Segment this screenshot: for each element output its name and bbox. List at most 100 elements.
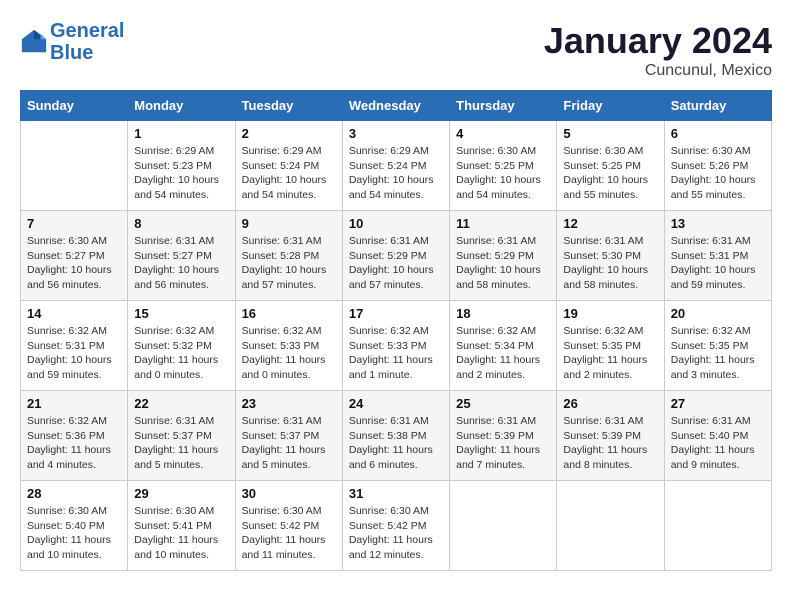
day-info: Sunrise: 6:30 AMSunset: 5:40 PMDaylight:… [27, 504, 121, 563]
day-header-saturday: Saturday [664, 91, 771, 121]
day-info: Sunrise: 6:31 AMSunset: 5:27 PMDaylight:… [134, 234, 228, 293]
day-number: 10 [349, 216, 443, 231]
calendar-cell: 5 Sunrise: 6:30 AMSunset: 5:25 PMDaylight… [557, 121, 664, 211]
day-number: 30 [242, 486, 336, 501]
day-info: Sunrise: 6:31 AMSunset: 5:39 PMDaylight:… [456, 414, 550, 473]
month-year: January 2024 [544, 20, 772, 62]
calendar-cell: 22 Sunrise: 6:31 AMSunset: 5:37 PMDayligh… [128, 391, 235, 481]
week-row-5: 28Sunrise: 6:30 AMSunset: 5:40 PMDayligh… [21, 481, 772, 571]
calendar-table: SundayMondayTuesdayWednesdayThursdayFrid… [20, 90, 772, 571]
calendar-cell: 8 Sunrise: 6:31 AMSunset: 5:27 PMDaylight… [128, 211, 235, 301]
day-info: Sunrise: 6:30 AMSunset: 5:42 PMDaylight:… [242, 504, 336, 563]
calendar-cell: 12Sunrise: 6:31 AMSunset: 5:30 PMDayligh… [557, 211, 664, 301]
day-header-friday: Friday [557, 91, 664, 121]
day-header-thursday: Thursday [450, 91, 557, 121]
day-info: Sunrise: 6:30 AMSunset: 5:41 PMDaylight:… [134, 504, 228, 563]
calendar-cell: 29 Sunrise: 6:30 AMSunset: 5:41 PMDayligh… [128, 481, 235, 571]
day-number: 22 [134, 396, 228, 411]
day-info: Sunrise: 6:31 AMSunset: 5:38 PMDaylight:… [349, 414, 443, 473]
calendar-cell: 4 Sunrise: 6:30 AMSunset: 5:25 PMDaylight… [450, 121, 557, 211]
calendar-cell [450, 481, 557, 571]
day-info: Sunrise: 6:31 AMSunset: 5:39 PMDaylight:… [563, 414, 657, 473]
day-info: Sunrise: 6:30 AMSunset: 5:42 PMDaylight:… [349, 504, 443, 563]
day-number: 20 [671, 306, 765, 321]
day-info: Sunrise: 6:32 AMSunset: 5:33 PMDaylight:… [349, 324, 443, 383]
day-info: Sunrise: 6:31 AMSunset: 5:29 PMDaylight:… [456, 234, 550, 293]
day-number: 14 [27, 306, 121, 321]
logo: General Blue [20, 20, 124, 64]
day-number: 5 [563, 126, 657, 141]
day-header-sunday: Sunday [21, 91, 128, 121]
day-info: Sunrise: 6:31 AMSunset: 5:28 PMDaylight:… [242, 234, 336, 293]
day-info: Sunrise: 6:31 AMSunset: 5:31 PMDaylight:… [671, 234, 765, 293]
day-number: 23 [242, 396, 336, 411]
day-info: Sunrise: 6:30 AMSunset: 5:26 PMDaylight:… [671, 144, 765, 203]
day-info: Sunrise: 6:31 AMSunset: 5:29 PMDaylight:… [349, 234, 443, 293]
day-number: 9 [242, 216, 336, 231]
calendar-cell: 1Sunrise: 6:29 AMSunset: 5:23 PMDaylight… [128, 121, 235, 211]
day-info: Sunrise: 6:30 AMSunset: 5:27 PMDaylight:… [27, 234, 121, 293]
calendar-cell [21, 121, 128, 211]
day-info: Sunrise: 6:32 AMSunset: 5:32 PMDaylight:… [134, 324, 228, 383]
logo-text: General Blue [50, 20, 124, 64]
location: Cuncunul, Mexico [544, 62, 772, 80]
calendar-cell: 19 Sunrise: 6:32 AMSunset: 5:35 PMDayligh… [557, 301, 664, 391]
calendar-cell: 13 Sunrise: 6:31 AMSunset: 5:31 PMDayligh… [664, 211, 771, 301]
day-number: 3 [349, 126, 443, 141]
week-row-4: 21 Sunrise: 6:32 AMSunset: 5:36 PMDayligh… [21, 391, 772, 481]
day-info: Sunrise: 6:31 AMSunset: 5:30 PMDaylight:… [563, 234, 657, 293]
day-info: Sunrise: 6:30 AMSunset: 5:25 PMDaylight:… [563, 144, 657, 203]
day-number: 4 [456, 126, 550, 141]
calendar-cell: 9 Sunrise: 6:31 AMSunset: 5:28 PMDaylight… [235, 211, 342, 301]
day-header-monday: Monday [128, 91, 235, 121]
day-number: 7 [27, 216, 121, 231]
day-info: Sunrise: 6:32 AMSunset: 5:35 PMDaylight:… [563, 324, 657, 383]
day-number: 18 [456, 306, 550, 321]
calendar-cell: 28Sunrise: 6:30 AMSunset: 5:40 PMDayligh… [21, 481, 128, 571]
day-number: 29 [134, 486, 228, 501]
day-number: 21 [27, 396, 121, 411]
week-row-1: 1Sunrise: 6:29 AMSunset: 5:23 PMDaylight… [21, 121, 772, 211]
day-number: 1 [134, 126, 228, 141]
calendar-cell: 26 Sunrise: 6:31 AMSunset: 5:39 PMDayligh… [557, 391, 664, 481]
day-info: Sunrise: 6:32 AMSunset: 5:31 PMDaylight:… [27, 324, 121, 383]
calendar-cell [664, 481, 771, 571]
day-number: 6 [671, 126, 765, 141]
day-info: Sunrise: 6:31 AMSunset: 5:40 PMDaylight:… [671, 414, 765, 473]
day-number: 17 [349, 306, 443, 321]
day-number: 27 [671, 396, 765, 411]
day-number: 15 [134, 306, 228, 321]
day-headers-row: SundayMondayTuesdayWednesdayThursdayFrid… [21, 91, 772, 121]
day-info: Sunrise: 6:32 AMSunset: 5:36 PMDaylight:… [27, 414, 121, 473]
day-number: 31 [349, 486, 443, 501]
day-number: 8 [134, 216, 228, 231]
calendar-cell: 24Sunrise: 6:31 AMSunset: 5:38 PMDayligh… [342, 391, 449, 481]
calendar-cell [557, 481, 664, 571]
calendar-cell: 6 Sunrise: 6:30 AMSunset: 5:26 PMDaylight… [664, 121, 771, 211]
day-number: 19 [563, 306, 657, 321]
logo-icon [20, 28, 48, 56]
calendar-cell: 20Sunrise: 6:32 AMSunset: 5:35 PMDayligh… [664, 301, 771, 391]
page-header: General Blue January 2024 Cuncunul, Mexi… [20, 20, 772, 80]
calendar-cell: 31 Sunrise: 6:30 AMSunset: 5:42 PMDayligh… [342, 481, 449, 571]
title-block: January 2024 Cuncunul, Mexico [544, 20, 772, 80]
day-info: Sunrise: 6:31 AMSunset: 5:37 PMDaylight:… [134, 414, 228, 473]
day-header-wednesday: Wednesday [342, 91, 449, 121]
day-number: 25 [456, 396, 550, 411]
calendar-cell: 10 Sunrise: 6:31 AMSunset: 5:29 PMDayligh… [342, 211, 449, 301]
day-info: Sunrise: 6:30 AMSunset: 5:25 PMDaylight:… [456, 144, 550, 203]
calendar-cell: 16Sunrise: 6:32 AMSunset: 5:33 PMDayligh… [235, 301, 342, 391]
calendar-cell: 17 Sunrise: 6:32 AMSunset: 5:33 PMDayligh… [342, 301, 449, 391]
day-number: 26 [563, 396, 657, 411]
week-row-2: 7 Sunrise: 6:30 AMSunset: 5:27 PMDaylight… [21, 211, 772, 301]
day-info: Sunrise: 6:29 AMSunset: 5:24 PMDaylight:… [349, 144, 443, 203]
day-info: Sunrise: 6:32 AMSunset: 5:34 PMDaylight:… [456, 324, 550, 383]
calendar-cell: 30 Sunrise: 6:30 AMSunset: 5:42 PMDayligh… [235, 481, 342, 571]
day-number: 11 [456, 216, 550, 231]
calendar-cell: 27 Sunrise: 6:31 AMSunset: 5:40 PMDayligh… [664, 391, 771, 481]
day-number: 13 [671, 216, 765, 231]
calendar-cell: 18 Sunrise: 6:32 AMSunset: 5:34 PMDayligh… [450, 301, 557, 391]
calendar-cell: 7 Sunrise: 6:30 AMSunset: 5:27 PMDaylight… [21, 211, 128, 301]
day-number: 2 [242, 126, 336, 141]
week-row-3: 14 Sunrise: 6:32 AMSunset: 5:31 PMDayligh… [21, 301, 772, 391]
